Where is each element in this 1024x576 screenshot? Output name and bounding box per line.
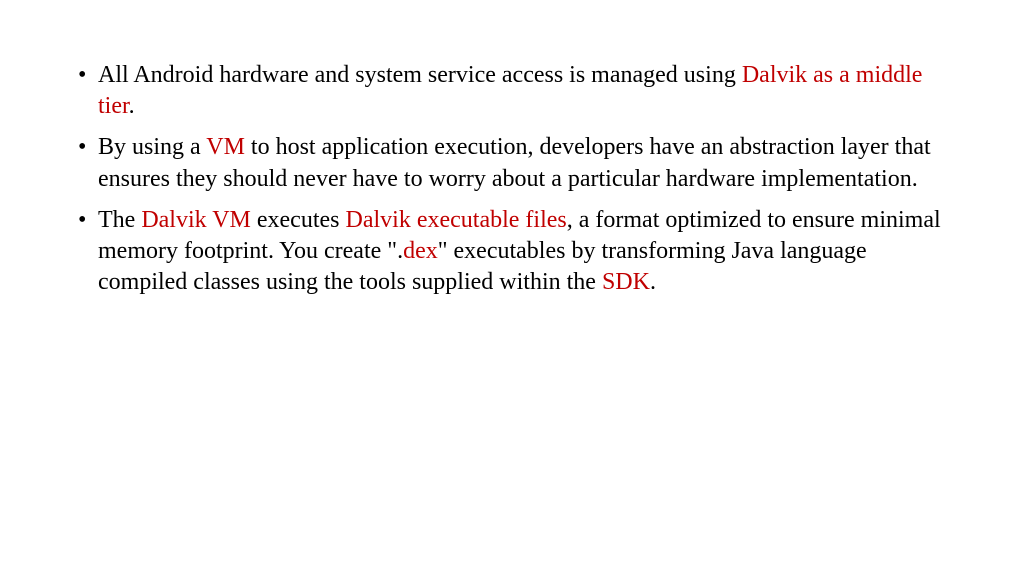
bullet-item: All Android hardware and system service … xyxy=(70,60,954,122)
bullet-item: By using a VM to host application execut… xyxy=(70,132,954,194)
text-segment: SDK xyxy=(602,269,650,295)
text-segment: . xyxy=(650,269,656,295)
text-segment: dex xyxy=(403,238,438,264)
text-segment: Dalvik executable files xyxy=(346,207,567,233)
text-segment: The xyxy=(98,207,141,233)
text-segment: Dalvik VM xyxy=(141,207,257,233)
text-segment: VM xyxy=(206,134,245,160)
bullet-item: The Dalvik VM executes Dalvik executable… xyxy=(70,205,954,299)
text-segment: All Android hardware and system service … xyxy=(98,62,742,88)
text-segment: By using a xyxy=(98,134,206,160)
bullet-list: All Android hardware and system service … xyxy=(70,60,954,298)
text-segment: . xyxy=(129,93,135,119)
text-segment: executes xyxy=(257,207,346,233)
